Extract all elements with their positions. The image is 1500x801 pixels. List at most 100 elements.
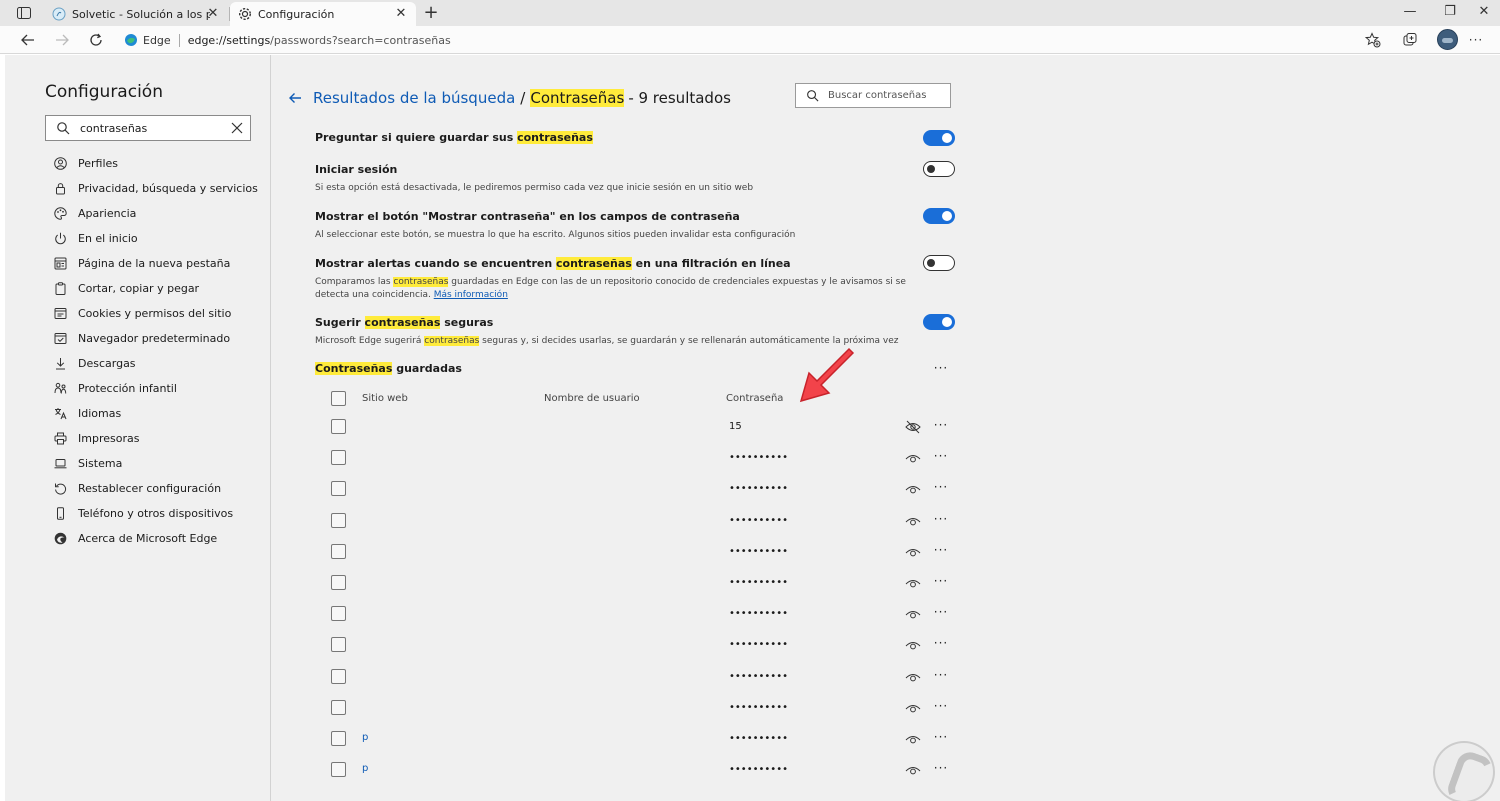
close-tab-icon[interactable]: ✕ (206, 7, 220, 21)
sidebar-item-impresoras[interactable]: Impresoras (53, 426, 258, 451)
column-header-username[interactable]: Nombre de usuario (544, 393, 640, 404)
sidebar-item-proteccion-infantil[interactable]: Protección infantil (53, 376, 258, 401)
eye-off-icon[interactable] (905, 420, 921, 434)
column-header-site[interactable]: Sitio web (362, 393, 408, 404)
close-tab-icon[interactable]: ✕ (394, 7, 408, 21)
eye-icon[interactable] (905, 482, 921, 496)
collections-button[interactable] (1400, 30, 1420, 50)
suggest-strong-toggle[interactable] (923, 314, 955, 330)
sidebar-item-privacidad[interactable]: Privacidad, búsqueda y servicios (53, 176, 258, 201)
row-more-button[interactable]: ··· (931, 605, 951, 619)
row-checkbox[interactable] (331, 669, 346, 684)
row-checkbox[interactable] (331, 450, 346, 465)
row-more-button[interactable]: ··· (931, 480, 951, 494)
row-more-button[interactable]: ··· (931, 699, 951, 713)
sidebar-item-descargas[interactable]: Descargas (53, 351, 258, 376)
sidebar-item-apariencia[interactable]: Apariencia (53, 201, 258, 226)
sidebar-item-cortar-copiar-pegar[interactable]: Cortar, copiar y pegar (53, 276, 258, 301)
sidebar-item-acerca-de[interactable]: Acerca de Microsoft Edge (53, 526, 258, 551)
password-search-input[interactable] (828, 90, 948, 101)
select-all-checkbox[interactable] (331, 391, 346, 406)
row-more-button[interactable]: ··· (931, 668, 951, 682)
row-more-button[interactable]: ··· (931, 636, 951, 650)
back-button[interactable] (18, 30, 38, 50)
sidebar-item-idiomas[interactable]: Idiomas (53, 401, 258, 426)
sidebar-item-sistema[interactable]: Sistema (53, 451, 258, 476)
settings-more-button[interactable]: ··· (1466, 30, 1486, 50)
row-more-button[interactable]: ··· (931, 543, 951, 557)
eye-icon[interactable] (905, 763, 921, 777)
learn-more-link[interactable]: Más información (434, 290, 508, 300)
site-cell[interactable]: p (362, 732, 368, 743)
row-checkbox[interactable] (331, 762, 346, 777)
sidebar-item-telefono[interactable]: Teléfono y otros dispositivos (53, 501, 258, 526)
eye-icon[interactable] (905, 514, 921, 528)
reveal-button-toggle[interactable] (923, 208, 955, 224)
eye-icon[interactable] (905, 576, 921, 590)
arrow-left-icon[interactable] (287, 90, 303, 106)
row-more-button[interactable]: ··· (931, 761, 951, 775)
restore-button[interactable]: ❐ (1440, 3, 1460, 21)
row-more-button[interactable]: ··· (931, 418, 951, 432)
row-checkbox[interactable] (331, 731, 346, 746)
site-cell[interactable]: p (362, 763, 368, 774)
tab-actions-icon (17, 7, 31, 19)
sign-in-toggle[interactable] (923, 161, 955, 177)
row-more-button[interactable]: ··· (931, 574, 951, 588)
tab-actions-button[interactable] (14, 4, 34, 22)
sidebar-item-perfiles[interactable]: Perfiles (53, 151, 258, 176)
refresh-button[interactable] (86, 30, 106, 50)
row-more-button[interactable]: ··· (931, 449, 951, 463)
table-row: •••••••••• ··· (331, 542, 951, 562)
row-checkbox[interactable] (331, 419, 346, 434)
eye-icon[interactable] (905, 701, 921, 715)
password-search-box[interactable] (795, 83, 951, 108)
phone-icon (53, 507, 67, 521)
saved-passwords-more-button[interactable]: ··· (931, 361, 951, 375)
site-permissions-icon (53, 307, 67, 321)
row-checkbox[interactable] (331, 575, 346, 590)
table-row: •••••••••• ··· (331, 573, 951, 593)
new-tab-button[interactable]: + (421, 3, 441, 23)
leak-alerts-toggle[interactable] (923, 255, 955, 271)
address-bar[interactable]: Edge edge://settings /passwords?search=c… (118, 28, 1358, 52)
column-header-password[interactable]: Contraseña (726, 393, 783, 404)
settings-search-input[interactable] (80, 121, 220, 135)
sidebar-item-restablecer[interactable]: Restablecer configuración (53, 476, 258, 501)
sidebar-item-cookies[interactable]: Cookies y permisos del sitio (53, 301, 258, 326)
favorites-button[interactable] (1363, 30, 1383, 50)
row-checkbox[interactable] (331, 637, 346, 652)
eye-icon[interactable] (905, 451, 921, 465)
table-row: •••••••••• ··· (331, 635, 951, 655)
tab-configuracion[interactable]: Configuración ✕ (230, 2, 416, 26)
setting-sign-in: Iniciar sesión Si esta opción está desac… (315, 163, 955, 195)
minimize-button[interactable]: — (1400, 3, 1420, 21)
row-more-button[interactable]: ··· (931, 730, 951, 744)
eye-icon[interactable] (905, 607, 921, 621)
settings-search-box[interactable] (45, 115, 251, 141)
eye-icon[interactable] (905, 545, 921, 559)
row-checkbox[interactable] (331, 606, 346, 621)
breadcrumb-link[interactable]: Resultados de la búsqueda (313, 89, 515, 107)
profile-icon (53, 157, 67, 171)
sidebar-item-inicio[interactable]: En el inicio (53, 226, 258, 251)
forward-button[interactable] (52, 30, 72, 50)
profile-avatar[interactable] (1437, 29, 1458, 50)
eye-icon[interactable] (905, 670, 921, 684)
eye-icon[interactable] (905, 732, 921, 746)
sidebar-item-label: Idiomas (78, 407, 122, 420)
row-checkbox[interactable] (331, 481, 346, 496)
clear-search-icon[interactable] (230, 121, 244, 135)
eye-icon[interactable] (905, 638, 921, 652)
sidebar-item-navegador-predeterminado[interactable]: Navegador predeterminado (53, 326, 258, 351)
sidebar-item-label: Acerca de Microsoft Edge (78, 532, 218, 545)
row-checkbox[interactable] (331, 700, 346, 715)
new-tab-icon (53, 257, 67, 271)
offer-save-toggle[interactable] (923, 130, 955, 146)
tab-solvetic[interactable]: Solvetic - Solución a los problem ✕ (44, 2, 228, 26)
row-checkbox[interactable] (331, 513, 346, 528)
close-window-button[interactable]: ✕ (1474, 3, 1494, 21)
row-checkbox[interactable] (331, 544, 346, 559)
sidebar-item-nueva-pestana[interactable]: Página de la nueva pestaña (53, 251, 258, 276)
row-more-button[interactable]: ··· (931, 512, 951, 526)
